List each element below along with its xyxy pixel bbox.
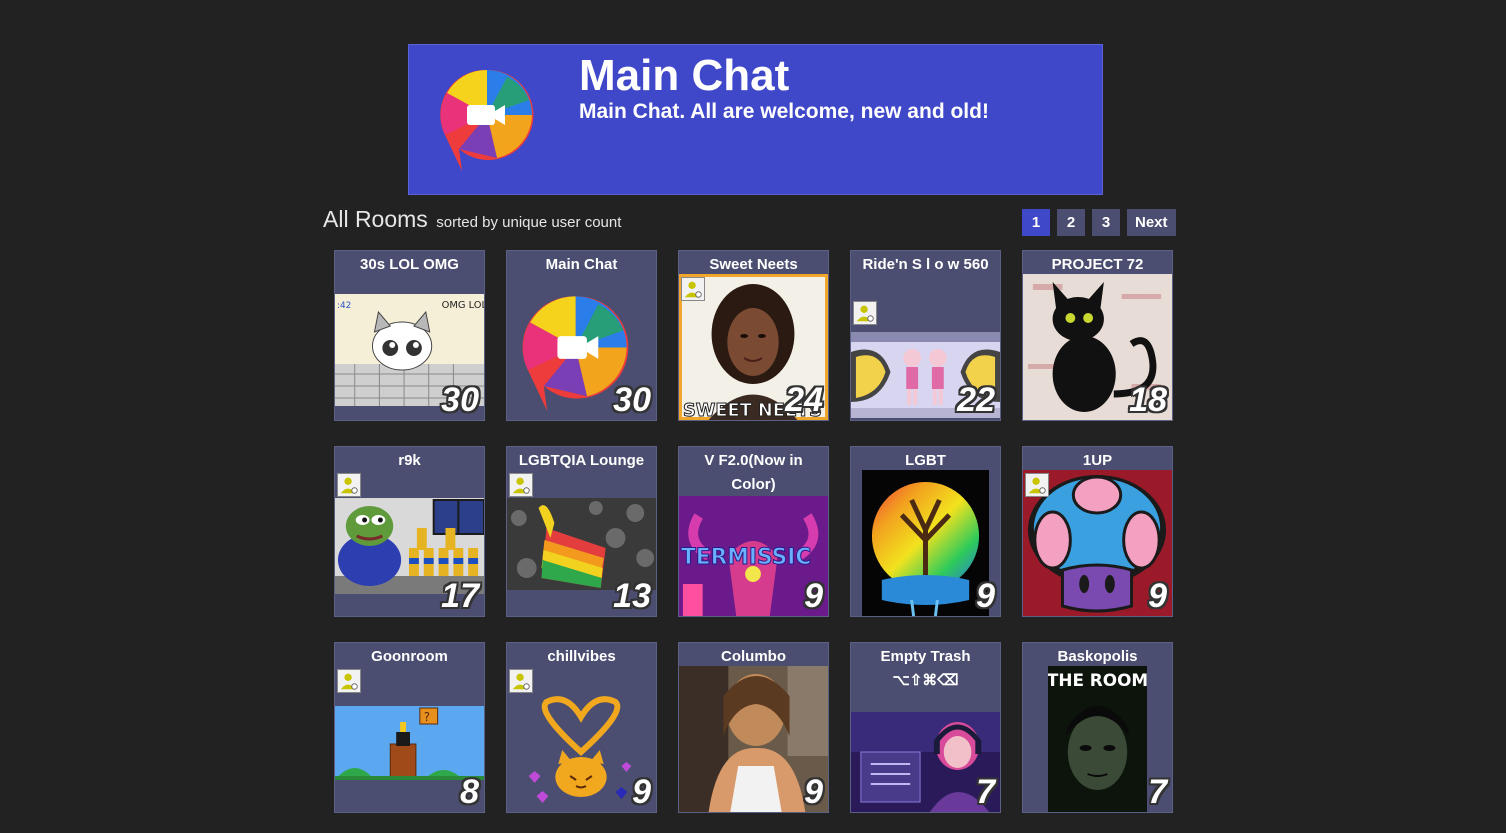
thumb-poster-title: THE ROOM <box>1048 670 1147 690</box>
user-icon <box>853 301 877 325</box>
room-card-30s-lol-omg[interactable]: 30s LOL OMG OMG LOL!! :42 <box>334 250 485 421</box>
room-card-empty-trash[interactable]: Empty Trash ⌥⇧⌘⌫ 7 <box>850 642 1001 813</box>
user-count: 30 <box>441 381 479 419</box>
room-name: r9k <box>398 452 421 469</box>
user-count: 13 <box>613 577 651 615</box>
camera-speech-bubble-logo-icon <box>437 65 537 175</box>
room-thumbnail: ? <box>335 706 484 780</box>
user-count: 9 <box>804 577 823 615</box>
user-count: 9 <box>976 577 995 615</box>
banner-subtitle: Main Chat. All are welcome, new and old! <box>579 100 989 123</box>
thumb-time-text: :42 <box>337 301 351 311</box>
room-name: LGBTQIA Lounge <box>518 452 645 469</box>
next-page-button[interactable]: Next <box>1127 209 1176 236</box>
room-name: Empty Trash ⌥⇧⌘⌫ <box>880 648 971 689</box>
room-name: 30s LOL OMG <box>360 256 459 273</box>
room-card-1up[interactable]: 1UP 9 <box>1022 446 1173 617</box>
room-card-chillvibes[interactable]: chillvibes 9 <box>506 642 657 813</box>
page-3-button[interactable]: 3 <box>1092 209 1120 236</box>
thumb-omg-text: OMG LOL!! <box>442 300 484 311</box>
user-count: 17 <box>441 577 479 615</box>
room-card-lgbt[interactable]: LGBT 9 <box>850 446 1001 617</box>
rooms-grid: 30s LOL OMG OMG LOL!! :42 <box>334 250 1173 813</box>
room-card-r9k[interactable]: r9k 17 <box>334 446 485 617</box>
page-1-button[interactable]: 1 <box>1022 209 1050 236</box>
rooms-heading: All Rooms sorted by unique user count <box>323 206 621 233</box>
pagination: 1 2 3 Next <box>1022 209 1176 236</box>
room-thumbnail: THE ROOM <box>1048 666 1147 812</box>
page: Main Chat Main Chat. All are welcome, ne… <box>0 0 1506 833</box>
user-count: 24 <box>785 381 823 419</box>
rooms-heading-title: All Rooms <box>323 206 428 232</box>
room-card-project-72[interactable]: PROJECT 72 18 <box>1022 250 1173 421</box>
user-count: 9 <box>804 773 823 811</box>
room-card-sweet-neets[interactable]: Sweet Neets SWEET NEETS 24 <box>678 250 829 421</box>
banner-title: Main Chat <box>579 51 790 100</box>
room-card-lgbtqia-lounge[interactable]: LGBTQIA Lounge 13 <box>506 446 657 617</box>
room-card-goonroom[interactable]: Goonroom ? 8 <box>334 642 485 813</box>
main-chat-banner[interactable]: Main Chat Main Chat. All are welcome, ne… <box>408 44 1103 195</box>
room-card-columbo[interactable]: Columbo 9 <box>678 642 829 813</box>
user-icon <box>509 669 533 693</box>
user-count: 9 <box>632 773 651 811</box>
user-icon <box>1025 473 1049 497</box>
thumb-neon-text: TERMISSIC <box>681 545 811 570</box>
room-card-riden-slow-560[interactable]: Ride'n S l o w 560 22 <box>850 250 1001 421</box>
user-icon <box>337 669 361 693</box>
user-count: 30 <box>613 381 651 419</box>
room-card-vf2-now-in-color[interactable]: V F2.0(Now in Color) TERMISSIC 9 <box>678 446 829 617</box>
user-icon <box>337 473 361 497</box>
user-count: 9 <box>1148 577 1167 615</box>
user-icon <box>509 473 533 497</box>
rooms-heading-subtitle: sorted by unique user count <box>436 214 622 231</box>
room-name: Goonroom <box>371 648 448 665</box>
svg-text:?: ? <box>424 710 430 724</box>
room-name: Ride'n S l o w 560 <box>862 256 989 273</box>
user-count: 7 <box>976 773 995 811</box>
user-count: 18 <box>1129 381 1167 419</box>
room-name: V F2.0(Now in Color) <box>704 452 803 493</box>
room-card-main-chat[interactable]: Main Chat 30 <box>506 250 657 421</box>
user-count: 22 <box>957 381 995 419</box>
room-card-baskopolis[interactable]: Baskopolis THE ROOM 7 <box>1022 642 1173 813</box>
room-name: chillvibes <box>547 648 616 665</box>
page-2-button[interactable]: 2 <box>1057 209 1085 236</box>
room-thumbnail <box>862 470 989 616</box>
user-count: 8 <box>460 773 479 811</box>
user-icon <box>681 277 705 301</box>
user-count: 7 <box>1148 773 1167 811</box>
